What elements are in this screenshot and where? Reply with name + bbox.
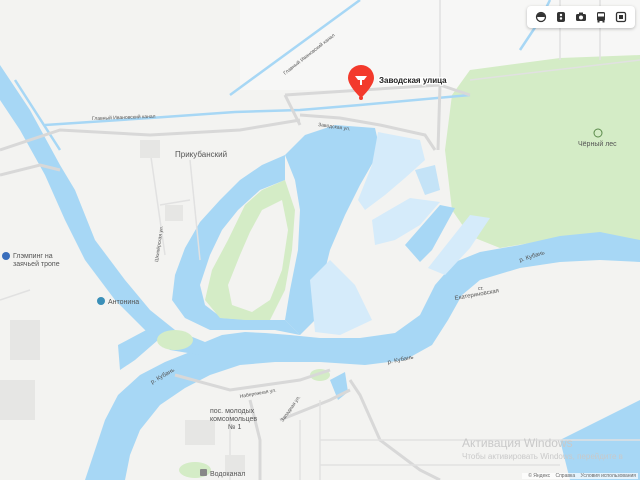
map-canvas[interactable]: Прикубанский Чёрный лес р. Кубань р. Куб… <box>0 0 640 480</box>
vodokanal-poi-icon[interactable] <box>200 469 207 476</box>
label-glamping-2: заячьей тропе <box>13 260 60 268</box>
marker-label[interactable]: Заводская улица <box>378 75 449 87</box>
terms-link[interactable]: Условия использования <box>581 473 637 479</box>
map-copyright: © Яндекс Справка Условия использования <box>522 473 638 479</box>
windows-activation-watermark: Активация Windows Чтобы активировать Win… <box>462 436 623 461</box>
map-toolbar <box>527 6 635 28</box>
label-antonina: Антонина <box>108 299 139 306</box>
watermark-subtitle: Чтобы активировать Windows, перейдите в <box>462 452 623 461</box>
label-pos-1: пос. молодых <box>210 408 255 415</box>
help-link[interactable]: Справка <box>555 473 575 479</box>
yandex-copyright[interactable]: © Яндекс <box>528 473 550 479</box>
camera-icon[interactable] <box>572 8 590 26</box>
label-pos-3: № 1 <box>228 424 241 431</box>
antonina-poi-icon[interactable] <box>97 297 105 305</box>
label-vodokanal: Водоканал <box>210 471 245 478</box>
layers-icon[interactable] <box>532 8 550 26</box>
traffic-icon[interactable] <box>552 8 570 26</box>
label-pos-2: комсомольцев <box>210 416 257 423</box>
label-glamping-1: Глэмпинг на <box>13 253 53 260</box>
forest-patch <box>157 330 193 350</box>
glamping-poi-icon[interactable] <box>2 252 10 260</box>
label-prikubansky: Прикубанский <box>175 150 227 159</box>
watermark-title: Активация Windows <box>462 436 573 450</box>
label-chernyi-les: Чёрный лес <box>578 140 617 148</box>
fullscreen-icon[interactable] <box>612 8 630 26</box>
bus-icon[interactable] <box>592 8 610 26</box>
